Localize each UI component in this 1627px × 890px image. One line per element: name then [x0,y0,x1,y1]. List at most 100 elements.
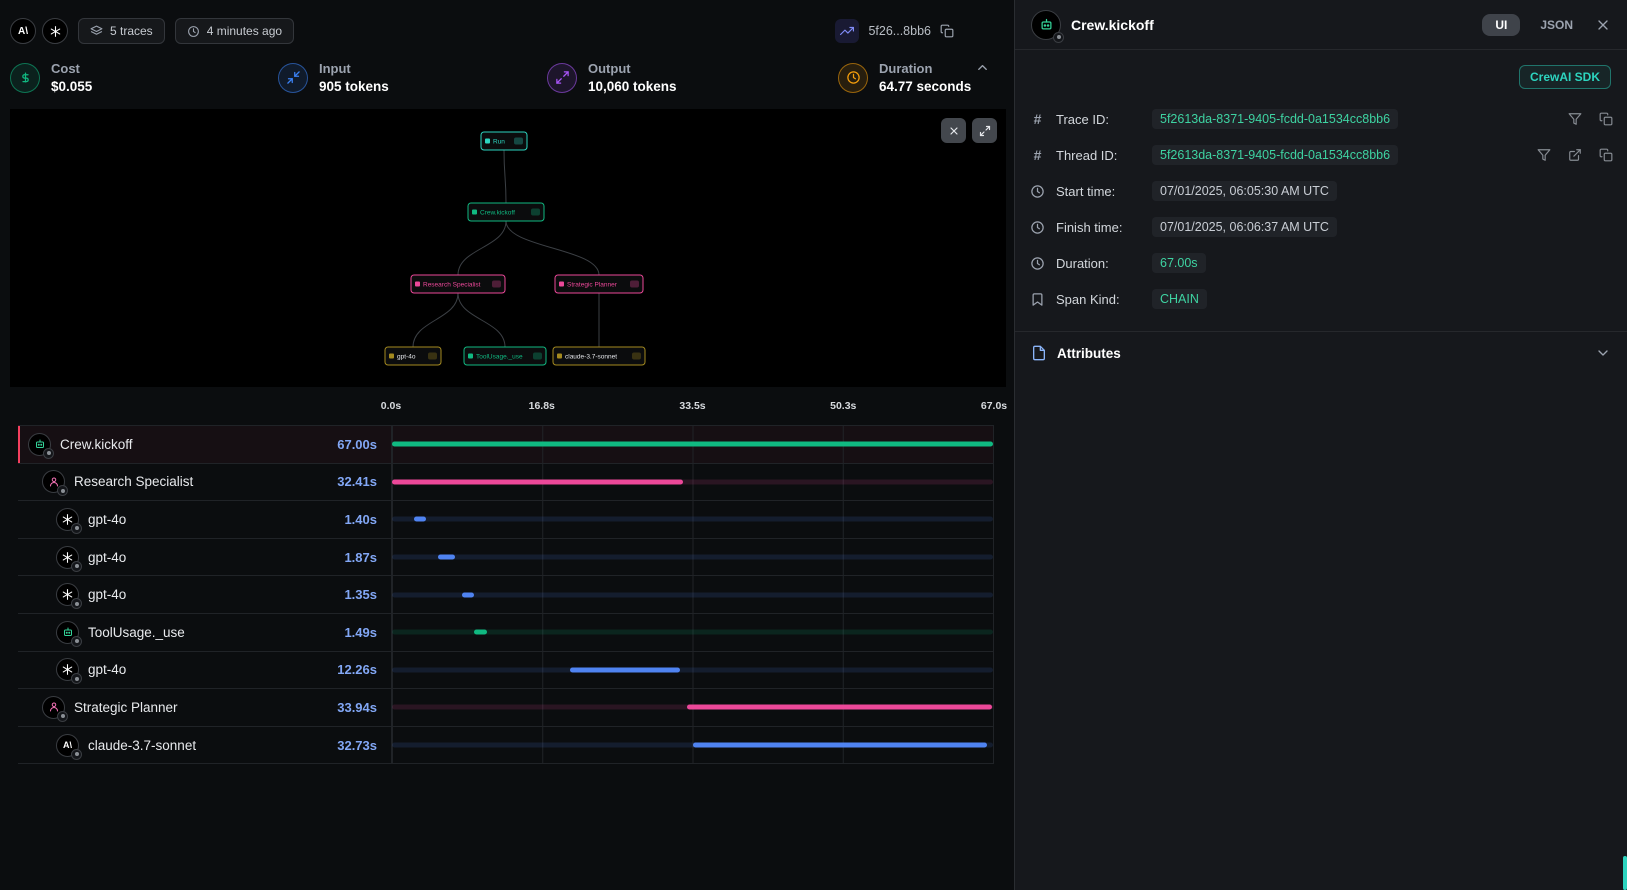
timeline-row[interactable]: Crew.kickoff67.00s [18,426,994,464]
provider-avatars: A\ [10,18,68,44]
close-graph-button[interactable] [941,118,966,143]
detail-label: Span Kind: [1056,292,1142,307]
span-bar[interactable] [392,479,683,484]
span-bar[interactable] [462,592,474,597]
tab-ui[interactable]: UI [1482,14,1520,36]
detail-actions [1537,148,1613,162]
span-bar[interactable] [570,667,680,672]
agent-icon [42,696,65,719]
copy-icon[interactable] [1599,112,1613,126]
chevron-down-icon[interactable] [1595,345,1611,361]
file-icon [1031,345,1047,361]
timeline-chart-cell [391,426,994,463]
timeline-row[interactable]: gpt-4o12.26s [18,652,994,690]
svg-text:Run: Run [493,139,505,146]
filter-icon[interactable] [1537,148,1551,162]
scrollbar-thumb[interactable] [1623,856,1627,890]
span-duration: 1.35s [344,587,377,602]
open-icon[interactable] [1568,148,1582,162]
openai-icon [56,546,79,569]
timeline-row[interactable]: A\claude-3.7-sonnet32.73s [18,727,994,765]
detail-label: Finish time: [1056,220,1142,235]
clock-icon [1029,256,1046,271]
graph-controls [941,118,997,143]
graph-node-claude[interactable]: claude-3.7-sonnet [553,347,645,365]
timeline-axis-area: 0.0s16.8s33.5s50.3s67.0s [391,387,994,425]
trend-chart-icon[interactable] [835,19,859,43]
graph-node-tool[interactable]: ToolUsage._use [464,347,546,365]
stat-value: 905 tokens [319,79,389,94]
span-bar[interactable] [392,442,993,447]
span-duration: 32.41s [337,474,377,489]
svg-text:Research Specialist: Research Specialist [423,282,481,289]
timeline-row[interactable]: ToolUsage._use1.49s [18,614,994,652]
stat-label: Output [588,61,677,76]
graph-canvas[interactable]: Run Crew.kickoff Research Specialist Strate… [10,109,1006,387]
axis-tick: 50.3s [830,400,856,412]
span-track [392,592,993,597]
timeline-chart-cell [391,539,994,576]
svg-text:Crew.kickoff: Crew.kickoff [480,210,515,217]
span-bar[interactable] [438,555,455,560]
span-duration: 1.49s [344,625,377,640]
trace-graph: Run Crew.kickoff Research Specialist Strate… [10,109,1006,387]
timeline-row[interactable]: Strategic Planner33.94s [18,689,994,727]
copy-icon[interactable] [940,24,954,38]
stat-cost: Cost$0.055 [10,61,278,94]
span-duration: 1.40s [344,512,377,527]
trace-age-badge[interactable]: 4 minutes ago [175,18,294,44]
crew-icon [28,433,51,456]
detail-row: #Trace ID:5f2613da-8371-9405-fcdd-0a1534… [1029,101,1613,137]
stat-value: 64.77 seconds [879,79,971,94]
axis-tick: 0.0s [381,400,401,412]
header-right: 5f26...8bb6 [835,19,1006,43]
openai-logo-icon [42,18,68,44]
span-bar[interactable] [687,705,991,710]
span-name: gpt-4o [88,587,126,602]
timeline-rows: Crew.kickoff67.00sResearch Specialist32.… [18,425,994,764]
stat-label: Duration [879,61,971,76]
filter-icon[interactable] [1568,112,1582,126]
span-bar[interactable] [414,517,427,522]
expand-graph-button[interactable] [972,118,997,143]
timeline-chart-cell [391,614,994,651]
close-panel-icon[interactable] [1595,17,1611,33]
hash-icon: # [1029,111,1046,127]
span-track [392,517,993,522]
span-bar[interactable] [693,743,987,748]
copy-icon[interactable] [1599,148,1613,162]
axis-tick: 67.0s [981,400,1007,412]
timeline-row[interactable]: gpt-4o1.87s [18,539,994,577]
span-name: gpt-4o [88,512,126,527]
expand-icon [979,125,991,137]
bookmark-icon [1029,292,1046,307]
provider-mini-badge [57,711,68,722]
timeline-chart-cell [391,652,994,689]
chevron-up-icon[interactable] [975,60,990,80]
graph-node-gpt[interactable]: gpt-4o [385,347,441,365]
tab-json[interactable]: JSON [1540,18,1573,32]
layers-icon [90,25,103,38]
timeline-row[interactable]: gpt-4o 1.35s [18,576,994,614]
detail-value: 67.00s [1152,253,1206,273]
traces-count-label: 5 traces [110,24,153,38]
span-bar[interactable] [474,630,487,635]
graph-node-research[interactable]: Research Specialist [411,275,505,293]
span-duration: 12.26s [337,662,377,677]
timeline-row[interactable]: Research Specialist32.41s [18,464,994,502]
duration-icon [838,63,868,93]
span-name: claude-3.7-sonnet [88,738,196,753]
attributes-section[interactable]: Attributes [1015,331,1627,374]
traces-count-badge[interactable]: 5 traces [78,18,165,44]
graph-node-run[interactable]: Run [481,132,527,150]
detail-value: 5f2613da-8371-9405-fcdd-0a1534cc8bb6 [1152,109,1398,129]
graph-node-crew[interactable]: Crew.kickoff [468,203,544,221]
graph-node-strategic[interactable]: Strategic Planner [555,275,643,293]
crew-icon [1031,10,1061,40]
openai-icon [56,658,79,681]
stat-input: Input905 tokens [278,61,547,94]
provider-mini-badge [71,598,82,609]
span-name: Crew.kickoff [60,437,133,452]
provider-mini-badge [71,636,82,647]
timeline-row[interactable]: gpt-4o 1.40s [18,501,994,539]
